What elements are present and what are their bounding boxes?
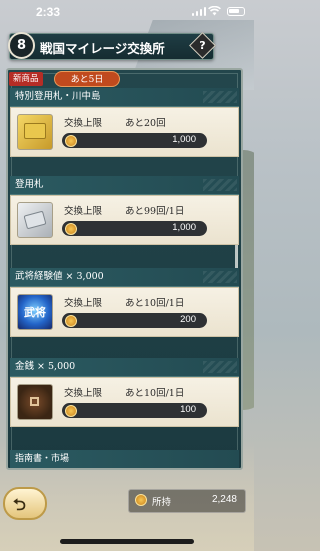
- exchange-limit-label: 交換上限: [64, 388, 103, 399]
- mileage-coin-icon: [135, 494, 147, 506]
- item-price: 1,000: [172, 134, 196, 145]
- item-card: 交換上限 あと20回 1,000: [10, 107, 239, 157]
- mileage-coin-icon: [65, 134, 77, 147]
- exchange-limit-value: あと10回/1日: [125, 298, 185, 309]
- status-time: 2:33: [36, 5, 61, 19]
- signal-icon: [191, 7, 206, 16]
- holding-value: 2,248: [211, 494, 237, 505]
- exchange-limit-value: あと20回: [125, 118, 166, 129]
- title-emblem-glyph: 8: [16, 38, 27, 53]
- item-price: 100: [180, 404, 196, 415]
- experience-orb-icon: 武将: [17, 294, 53, 330]
- silver-ticket-icon: [17, 202, 53, 238]
- coin-icon: [17, 384, 53, 420]
- item-name: 登用札: [10, 176, 239, 195]
- item-price: 1,000: [172, 222, 196, 233]
- remaining-days-badge: あと5日: [54, 71, 120, 87]
- holding-label: 所持: [152, 497, 172, 508]
- back-arrow-icon: ⮌: [13, 495, 26, 514]
- exchange-limit-value: あと99回/1日: [125, 206, 185, 217]
- exchange-limit-value: あと10回/1日: [125, 388, 185, 399]
- title-emblem-icon: 8: [8, 32, 35, 59]
- shop-item[interactable]: 金銭 × 5,000 交換上限 あと10回/1日 100: [10, 358, 239, 427]
- new-item-badge: 新商品: [9, 72, 43, 86]
- title-bar: 8 戦国マイレージ交換所: [8, 32, 214, 60]
- exchange-limit-label: 交換上限: [64, 298, 103, 309]
- mileage-coin-icon: [65, 222, 77, 235]
- price-bar[interactable]: 1,000: [62, 221, 207, 236]
- mileage-coin-icon: [65, 404, 77, 417]
- price-bar[interactable]: 100: [62, 403, 207, 418]
- exchange-limit-label: 交換上限: [64, 206, 103, 217]
- item-name: 特別登用札・川中島: [10, 88, 239, 107]
- status-bar: 2:33: [0, 0, 254, 22]
- shop-item[interactable]: 特別登用札・川中島 交換上限 あと20回 1,000: [10, 88, 239, 157]
- price-bar[interactable]: 1,000: [62, 133, 207, 148]
- shop-item[interactable]: 登用札 交換上限 あと99回/1日 1,000: [10, 176, 239, 245]
- battery-icon: [227, 7, 245, 16]
- experience-orb-label: 武将: [24, 306, 46, 319]
- item-name: 武将経験値 × 3,000: [10, 268, 239, 287]
- price-bar[interactable]: 200: [62, 313, 207, 328]
- next-item-name[interactable]: 指南書・市場: [10, 450, 239, 468]
- item-card: 交換上限 あと99回/1日 1,000: [10, 195, 239, 245]
- back-button[interactable]: ⮌: [3, 487, 47, 520]
- mileage-coin-icon: [65, 314, 77, 327]
- shop-item[interactable]: 武将経験値 × 3,000 武将 交換上限 あと10回/1日 200: [10, 268, 239, 337]
- item-name: 金銭 × 5,000: [10, 358, 239, 377]
- item-price: 200: [180, 314, 196, 325]
- page-title: 戦国マイレージ交換所: [40, 41, 165, 56]
- gold-ticket-icon: [17, 114, 53, 150]
- item-card: 交換上限 あと10回/1日 100: [10, 377, 239, 427]
- item-card: 武将 交換上限 あと10回/1日 200: [10, 287, 239, 337]
- help-glyph: ?: [199, 39, 206, 52]
- wifi-icon: [208, 6, 221, 16]
- home-indicator[interactable]: [60, 539, 194, 544]
- mileage-holding: 所持 2,248: [128, 489, 246, 513]
- exchange-limit-label: 交換上限: [64, 118, 103, 129]
